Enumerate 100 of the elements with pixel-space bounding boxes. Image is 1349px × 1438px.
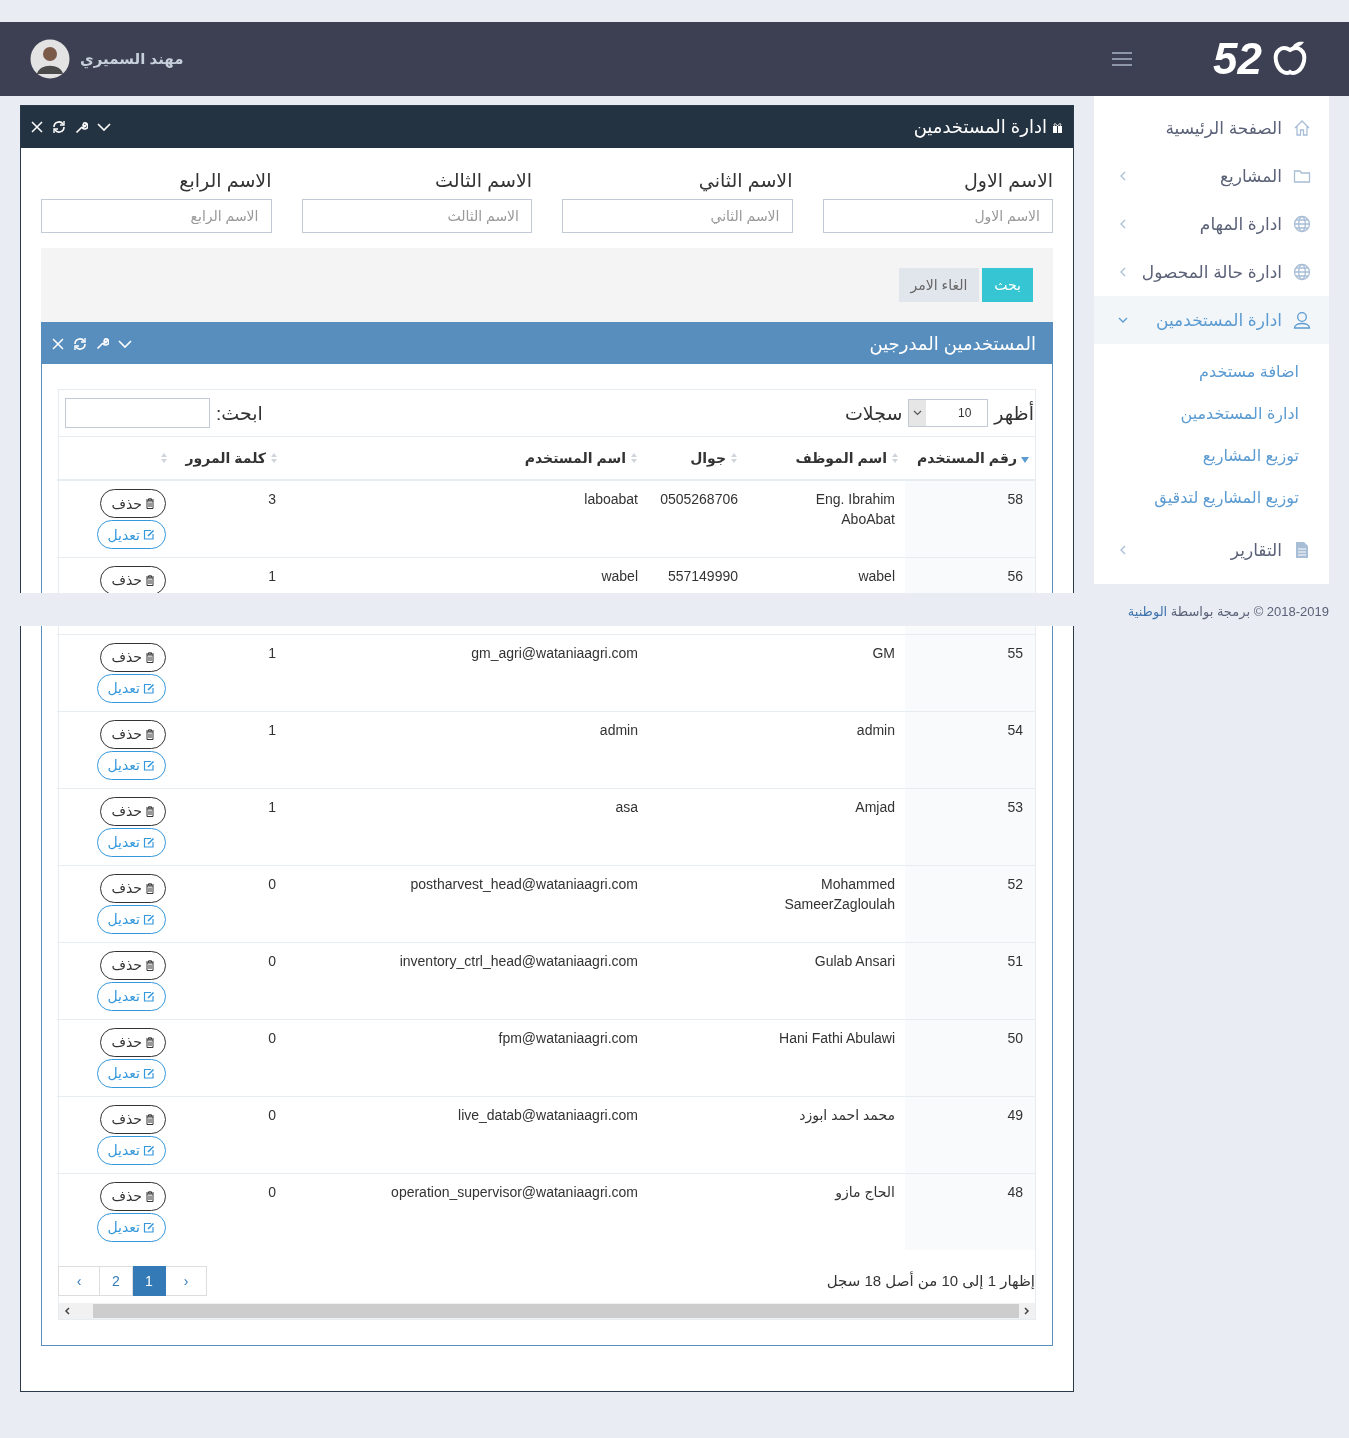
page-button[interactable]: ‹ bbox=[58, 1266, 100, 1296]
delete-button[interactable]: حذف bbox=[100, 565, 166, 595]
sidebar-item[interactable]: التقارير bbox=[1094, 526, 1329, 574]
close-icon[interactable] bbox=[31, 121, 43, 133]
delete-button[interactable]: حذف bbox=[100, 719, 166, 749]
trash-icon bbox=[145, 498, 155, 509]
table-cell: 54 bbox=[1007, 721, 1023, 738]
show-label: أظهر bbox=[994, 401, 1034, 425]
search-field[interactable] bbox=[65, 398, 210, 428]
wrench-icon[interactable] bbox=[75, 120, 88, 134]
column-header[interactable]: اسم الموظف bbox=[795, 450, 887, 466]
edit-button[interactable]: تعديل bbox=[96, 673, 166, 703]
column-header[interactable]: كلمة المرور bbox=[185, 450, 266, 466]
page-length-select[interactable]: 10 bbox=[908, 399, 989, 427]
field-label: الاسم الرابع bbox=[178, 169, 272, 194]
delete-button[interactable]: حذف bbox=[100, 873, 166, 903]
table-cell: 58 bbox=[1007, 491, 1023, 507]
column-header[interactable]: رقم المستخدم bbox=[917, 450, 1017, 466]
document-icon bbox=[1293, 541, 1311, 559]
edit-icon bbox=[143, 759, 155, 771]
panel-title: المستخدمين المدرجين bbox=[869, 332, 1036, 355]
trash-icon bbox=[145, 882, 155, 894]
edit-icon bbox=[143, 990, 155, 1002]
edit-button[interactable]: تعديل bbox=[96, 981, 166, 1011]
input-field[interactable]: الاسم الاول bbox=[822, 199, 1053, 233]
chevron-down-icon[interactable] bbox=[97, 122, 111, 132]
avatar bbox=[30, 39, 70, 79]
table-cell: 49 bbox=[1007, 1106, 1023, 1123]
input-field[interactable]: الاسم الرابع bbox=[41, 199, 272, 233]
edit-button[interactable]: تعديل bbox=[96, 1135, 166, 1165]
page-button[interactable]: › bbox=[165, 1266, 207, 1296]
caret-icon bbox=[909, 400, 927, 426]
page-button[interactable]: 2 bbox=[99, 1266, 133, 1296]
search-label: ابحث: bbox=[216, 401, 263, 425]
table-cell: 3 bbox=[268, 491, 276, 507]
input-field[interactable]: الاسم الثاني bbox=[562, 199, 793, 233]
table-cell: 0 bbox=[268, 875, 276, 892]
table-cell: محمد احمد ابوزد bbox=[799, 1106, 895, 1123]
table-cell: fpm@wataniaagri.com bbox=[498, 1029, 638, 1046]
delete-button[interactable]: حذف bbox=[100, 489, 166, 518]
table-cell: Eng. Ibrahim AboAbat bbox=[815, 491, 895, 527]
refresh-icon[interactable] bbox=[52, 120, 66, 134]
edit-button[interactable]: تعديل bbox=[96, 520, 166, 549]
edit-button[interactable]: تعديل bbox=[96, 827, 166, 857]
delete-button[interactable]: حذف bbox=[100, 796, 166, 826]
home-icon bbox=[1293, 119, 1311, 137]
footer-link[interactable]: الوطنية bbox=[1127, 604, 1168, 619]
edit-button[interactable]: تعديل bbox=[96, 750, 166, 780]
table-cell: admin bbox=[856, 721, 895, 738]
table-cell: 1 bbox=[268, 721, 276, 738]
table-cell: 0 bbox=[268, 1106, 276, 1123]
table-cell: laboabat bbox=[584, 491, 638, 507]
folder-icon bbox=[1293, 167, 1311, 185]
copyright-text: 2018-2019 © برمجة بواسطة الوطنية bbox=[1126, 604, 1329, 619]
user-icon bbox=[1293, 311, 1311, 329]
edit-icon bbox=[143, 682, 155, 694]
table-cell: الحاج مازو bbox=[835, 1183, 895, 1200]
edit-button[interactable]: تعديل bbox=[96, 1212, 166, 1242]
table-cell: 51 bbox=[1007, 952, 1023, 969]
table-cell: gm_agri@wataniaagri.com bbox=[471, 644, 638, 661]
sidebar-item[interactable]: ادارة المهام bbox=[1094, 200, 1329, 248]
page-button[interactable]: 1 bbox=[132, 1266, 166, 1296]
cancel-button[interactable]: الغاء الامر bbox=[898, 268, 980, 302]
table-cell: 53 bbox=[1007, 798, 1023, 815]
chevron-left-icon bbox=[1118, 219, 1128, 229]
delete-button[interactable]: حذف bbox=[100, 1181, 166, 1211]
chevron-left-icon bbox=[1118, 267, 1128, 277]
sidebar-item[interactable]: ادارة حالة المحصول bbox=[1094, 248, 1329, 296]
sidebar-item[interactable]: الصفحة الرئيسية bbox=[1094, 104, 1329, 152]
table-cell: 0 bbox=[268, 1029, 276, 1046]
menu-icon[interactable] bbox=[1111, 51, 1134, 67]
edit-icon bbox=[143, 913, 155, 925]
edit-button[interactable]: تعديل bbox=[96, 1058, 166, 1088]
column-header[interactable]: جوال bbox=[690, 450, 726, 466]
delete-button[interactable]: حذف bbox=[100, 1104, 166, 1134]
table-info: إظهار 1 إلى 10 من أصل 18 سجل bbox=[826, 1272, 1035, 1290]
user-name[interactable]: مهند السميري bbox=[80, 50, 184, 68]
table-cell: Gulab Ansari bbox=[814, 952, 895, 969]
records-label: سجلات bbox=[844, 401, 903, 425]
table-cell: Amjad bbox=[855, 798, 895, 815]
table-cell: 56 bbox=[1007, 567, 1023, 584]
column-header[interactable]: اسم المستخدم bbox=[524, 450, 626, 466]
submenu-item[interactable]: اضافة مستخدم bbox=[1094, 351, 1329, 393]
delete-button[interactable]: حذف bbox=[100, 1027, 166, 1057]
table-cell: Hani Fathi Abulawi bbox=[779, 1029, 895, 1046]
input-field[interactable]: الاسم الثالث bbox=[301, 199, 532, 233]
table-cell: GM bbox=[872, 644, 895, 661]
panel-title: ادارة المستخدمين bbox=[913, 116, 1047, 138]
delete-button[interactable]: حذف bbox=[100, 642, 166, 672]
table-cell: 52 bbox=[1007, 875, 1023, 892]
table-cell: 48 bbox=[1007, 1183, 1023, 1200]
table-cell: 1 bbox=[268, 644, 276, 661]
table-cell: wabel bbox=[601, 567, 638, 584]
trash-icon bbox=[145, 1190, 155, 1202]
sidebar-item[interactable]: المشاريع bbox=[1094, 152, 1329, 200]
submenu-item[interactable]: ادارة المستخدمين bbox=[1094, 393, 1329, 435]
edit-button[interactable]: تعديل bbox=[96, 904, 166, 934]
table-cell: asa bbox=[615, 798, 638, 815]
delete-button[interactable]: حذف bbox=[100, 950, 166, 980]
table-cell: 1 bbox=[268, 567, 276, 584]
